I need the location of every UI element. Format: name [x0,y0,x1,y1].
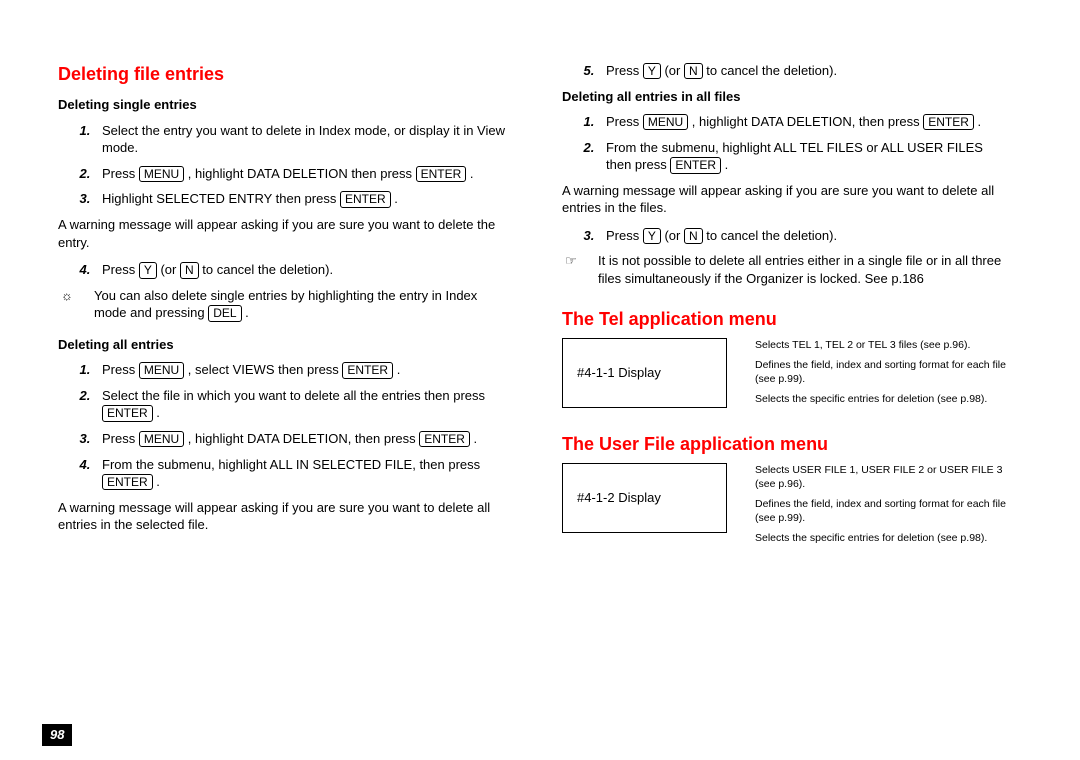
key-menu: MENU [139,431,184,447]
step: Press MENU , highlight DATA DELETION, th… [598,113,1010,131]
pointing-hand-icon: ☞ [562,252,580,287]
key-enter: ENTER [416,166,467,182]
step: Press Y (or N to cancel the deletion). [94,261,506,279]
key-menu: MENU [139,362,184,378]
userfile-menu-row: #4-1-2 Display Selects USER FILE 1, USER… [562,463,1010,552]
tip-note: ☼ You can also delete single entries by … [58,287,506,322]
userfile-menu-description: Selects USER FILE 1, USER FILE 2 or USER… [755,463,1010,552]
key-n: N [684,228,703,244]
lock-note: ☞ It is not possible to delete all entri… [562,252,1010,287]
steps-all-files-cont: Press Y (or N to cancel the deletion). [562,227,1010,245]
tel-display-box: #4-1-1 Display [562,338,727,408]
heading-deleting-file-entries: Deleting file entries [58,62,506,86]
key-enter: ENTER [102,405,153,421]
key-enter: ENTER [102,474,153,490]
step: Highlight SELECTED ENTRY then press ENTE… [94,190,506,208]
steps-all-files: Press MENU , highlight DATA DELETION, th… [562,113,1010,174]
key-menu: MENU [643,114,688,130]
steps-single-cont: Press Y (or N to cancel the deletion). [58,261,506,279]
key-enter: ENTER [419,431,470,447]
step: Press MENU , highlight DATA DELETION the… [94,165,506,183]
step: Press MENU , highlight DATA DELETION, th… [94,430,506,448]
userfile-display-box: #4-1-2 Display [562,463,727,533]
heading-user-file-app-menu: The User File application menu [562,432,1010,456]
warning-text: A warning message will appear asking if … [58,216,506,251]
key-y: Y [643,63,661,79]
heading-tel-app-menu: The Tel application menu [562,307,1010,331]
key-y: Y [139,262,157,278]
lightbulb-icon: ☼ [58,287,76,322]
key-y: Y [643,228,661,244]
steps-continuation: Press Y (or N to cancel the deletion). [562,62,1010,80]
manual-page: Deleting file entries Deleting single en… [0,0,1080,760]
key-enter: ENTER [670,157,721,173]
steps-single: Select the entry you want to delete in I… [58,122,506,208]
key-enter: ENTER [923,114,974,130]
tel-menu-description: Selects TEL 1, TEL 2 or TEL 3 files (see… [755,338,1010,413]
step: From the submenu, highlight ALL TEL FILE… [598,139,1010,174]
key-del: DEL [208,305,241,321]
subheading-deleting-all-files: Deleting all entries in all files [562,88,1010,106]
key-n: N [684,63,703,79]
warning-text: A warning message will appear asking if … [58,499,506,534]
key-enter: ENTER [340,191,391,207]
step: Press Y (or N to cancel the deletion). [598,62,1010,80]
step: Press MENU , select VIEWS then press ENT… [94,361,506,379]
left-column: Deleting file entries Deleting single en… [58,62,506,552]
key-n: N [180,262,199,278]
two-column-layout: Deleting file entries Deleting single en… [0,0,1080,552]
key-enter: ENTER [342,362,393,378]
subheading-deleting-all: Deleting all entries [58,336,506,354]
key-menu: MENU [139,166,184,182]
step: Select the entry you want to delete in I… [94,122,506,157]
warning-text: A warning message will appear asking if … [562,182,1010,217]
right-column: Press Y (or N to cancel the deletion). D… [562,62,1010,552]
step: Press Y (or N to cancel the deletion). [598,227,1010,245]
subheading-deleting-single: Deleting single entries [58,96,506,114]
steps-all: Press MENU , select VIEWS then press ENT… [58,361,506,490]
tel-menu-row: #4-1-1 Display Selects TEL 1, TEL 2 or T… [562,338,1010,413]
page-number: 98 [42,724,72,746]
step: From the submenu, highlight ALL IN SELEC… [94,456,506,491]
step: Select the file in which you want to del… [94,387,506,422]
